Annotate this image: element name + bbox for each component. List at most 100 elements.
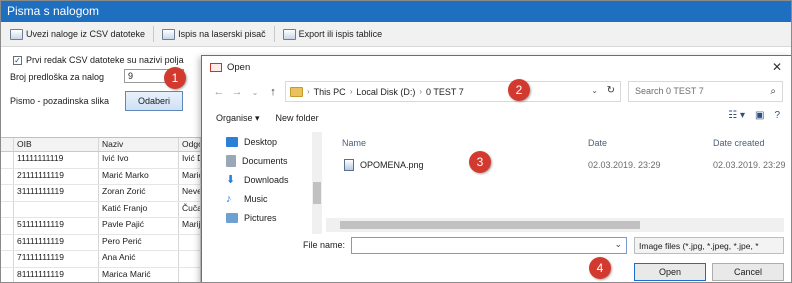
header-checkbox-row[interactable]: ✓ Prvi redak CSV datoteke su nazivi polj… [13, 55, 184, 65]
cell-odgo [179, 251, 201, 267]
nav-item-pictures[interactable]: Pictures [216, 208, 326, 227]
documents-icon [226, 154, 236, 167]
search-placeholder: Search 0 TEST 7 [635, 86, 704, 96]
cell-odgo: Neve [179, 185, 201, 201]
cell-naziv: Katić Franjo [99, 201, 179, 217]
table-row[interactable]: 81111111119 Marica Marić [1, 267, 201, 282]
breadcrumb-current-folder[interactable]: 0 TEST 7 [426, 87, 464, 97]
column-header-date-created[interactable]: Date created [713, 138, 791, 148]
export-icon [282, 28, 296, 40]
organise-menu[interactable]: Organise ▾ [216, 113, 260, 124]
nav-item-label: Desktop [244, 136, 278, 147]
chevron-down-icon[interactable]: ⌄ [246, 88, 264, 97]
nav-item-music[interactable]: ♪ Music [216, 189, 326, 208]
cell-naziv: Marić Marko [99, 168, 179, 184]
table-row[interactable]: Katić Franjo Čuča [1, 201, 201, 218]
up-arrow-icon[interactable]: ↑ [264, 86, 282, 98]
table-row[interactable]: 61111111119 Pero Perić [1, 234, 201, 251]
address-bar[interactable]: › This PC › Local Disk (D:) › 0 TEST 7 ⌄… [285, 81, 621, 102]
refresh-icon[interactable]: ↻ [607, 85, 615, 96]
back-arrow-icon[interactable]: ← [210, 86, 228, 98]
new-folder-button[interactable]: New folder [276, 113, 319, 123]
file-type-select[interactable]: Image files (*.jpg, *.jpeg, *.jpe, * [634, 237, 784, 254]
file-name-cell: OPOMENA.png [336, 159, 588, 171]
file-name-input[interactable]: ⌄ [351, 237, 627, 254]
dialog-title-bar: Open [202, 56, 791, 78]
laser-print-label: Ispis na laserski pisač [178, 29, 266, 39]
options-panel: ✓ Prvi redak CSV datoteke su nazivi polj… [1, 47, 201, 135]
cell-naziv: Ana Anić [99, 251, 179, 267]
nav-item-documents[interactable]: Documents [216, 151, 326, 170]
file-list-header: Name Date Date created [336, 132, 791, 154]
nav-item-downloads[interactable]: ⬇ Downloads [216, 170, 326, 189]
cell-naziv: Pero Perić [99, 234, 179, 250]
column-header-odgo[interactable]: Odgo [179, 138, 201, 151]
search-box[interactable]: Search 0 TEST 7 ⌕ [628, 81, 783, 102]
cell-oib: 61111111119 [14, 234, 99, 250]
column-header-oib[interactable]: OIB [14, 138, 99, 151]
table-row[interactable]: 51111111119 Pavle Pajić Marij [1, 218, 201, 235]
file-date: 02.03.2019. 23:29 [588, 160, 661, 170]
file-date-created: 02.03.2019. 23:29 [713, 160, 786, 170]
import-csv-button[interactable]: Uvezi naloge iz CSV datoteke [5, 27, 150, 42]
dialog-app-icon [210, 62, 222, 72]
file-list-horizontal-scrollbar[interactable] [326, 218, 784, 232]
view-options-icon[interactable]: ☷ ▾ [728, 110, 745, 121]
toolbar-divider [273, 26, 275, 42]
row-indicator [1, 185, 14, 201]
open-button[interactable]: Open [634, 263, 706, 281]
chevron-down-icon[interactable]: ⌄ [614, 239, 622, 250]
column-header-date[interactable]: Date [588, 138, 713, 148]
help-icon[interactable]: ? [774, 110, 780, 121]
orders-grid: OIB Naziv Odgo 11111111119Ivić IvoIvić D… [1, 137, 201, 282]
cell-naziv: Pavle Pajić [99, 218, 179, 234]
navigation-scrollbar[interactable] [312, 132, 322, 234]
scrollbar-thumb[interactable] [340, 221, 640, 229]
printer-icon [162, 28, 176, 40]
view-controls: ☷ ▾ ▣ ? [728, 110, 780, 121]
table-row[interactable]: 31111111119 Zoran Zorić Neve [1, 185, 201, 202]
app-title-bar: Pisma s nalogom [1, 1, 791, 22]
table-row[interactable]: 21111111119 Marić Marko Marić [1, 168, 201, 185]
column-header-naziv[interactable]: Naziv [99, 138, 179, 151]
scrollbar-thumb[interactable] [313, 182, 321, 204]
table-row[interactable]: 71111111119 Ana Anić [1, 251, 201, 268]
choose-image-button[interactable]: Odaberi [125, 91, 183, 111]
export-table-label: Export ili ispis tablice [298, 29, 383, 39]
search-icon: ⌕ [770, 86, 776, 97]
background-image-label: Pismo - pozadinska slika [10, 96, 110, 106]
close-icon[interactable]: ✕ [772, 60, 782, 74]
command-bar: Organise ▾ New folder ☷ ▾ ▣ ? [202, 106, 791, 130]
navigation-pane: Desktop Documents ⬇ Downloads ♪ Music Pi… [216, 132, 326, 232]
screenshot-frame: Pisma s nalogom Uvezi naloge iz CSV dato… [0, 0, 792, 283]
table-row[interactable]: 11111111119Ivić IvoIvić D [1, 152, 201, 169]
file-row[interactable]: OPOMENA.png 02.03.2019. 23:29 02.03.2019… [336, 154, 791, 176]
header-checkbox[interactable]: ✓ [13, 55, 22, 65]
cell-odgo [179, 234, 201, 250]
nav-item-label: Pictures [244, 212, 277, 223]
laser-print-button[interactable]: Ispis na laserski pisač [157, 27, 271, 42]
forward-arrow-icon[interactable]: → [228, 86, 246, 98]
grid-header: OIB Naziv Odgo [1, 138, 201, 152]
cancel-button[interactable]: Cancel [712, 263, 784, 281]
header-checkbox-label: Prvi redak CSV datoteke su nazivi polja [26, 55, 184, 65]
nav-item-desktop[interactable]: Desktop [216, 132, 326, 151]
cell-naziv: Marica Marić [99, 267, 179, 282]
cell-naziv: Zoran Zorić [99, 185, 179, 201]
music-icon: ♪ [226, 192, 232, 205]
breadcrumb-this-pc[interactable]: This PC [314, 87, 346, 97]
breadcrumb-local-disk[interactable]: Local Disk (D:) [356, 87, 415, 97]
row-indicator [1, 201, 14, 217]
preview-pane-icon[interactable]: ▣ [755, 110, 764, 121]
file-name-row: File name: ⌄ Image files (*.jpg, *.jpeg,… [202, 234, 791, 258]
export-table-button[interactable]: Export ili ispis tablice [278, 27, 388, 42]
nav-item-label: Downloads [244, 174, 289, 185]
breadcrumb-separator-icon: › [349, 87, 353, 96]
row-indicator [1, 152, 14, 168]
cell-oib [14, 201, 99, 217]
cell-oib: 81111111119 [14, 267, 99, 282]
column-header-name[interactable]: Name [336, 138, 588, 148]
image-file-icon [344, 159, 354, 171]
row-indicator [1, 267, 14, 282]
address-dropdown-icon[interactable]: ⌄ [591, 86, 598, 95]
